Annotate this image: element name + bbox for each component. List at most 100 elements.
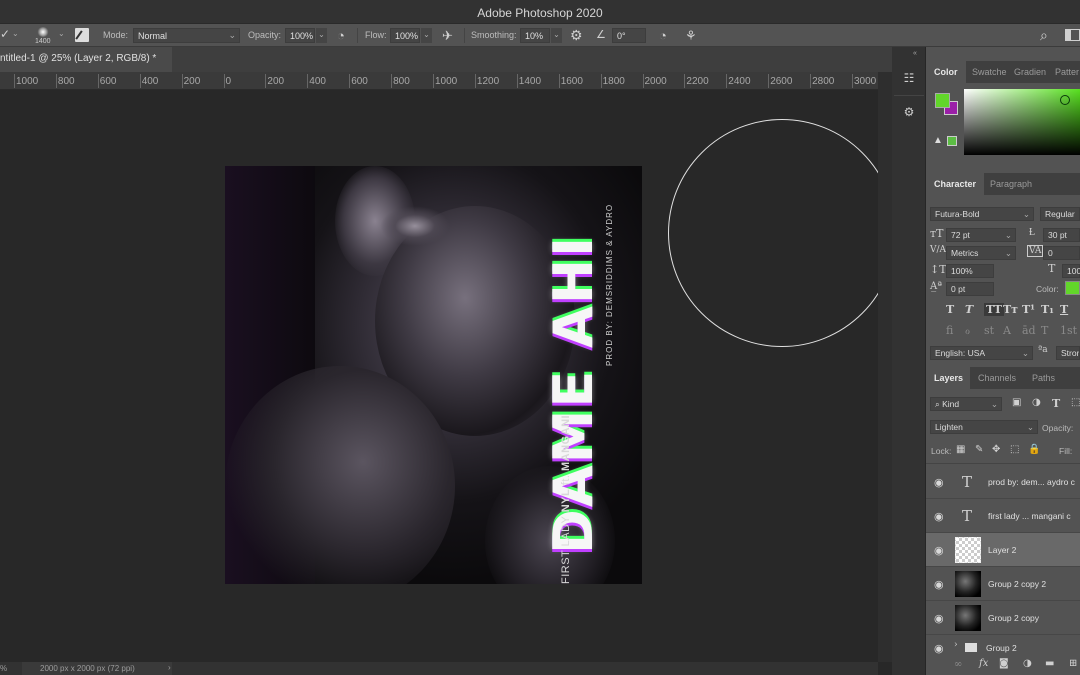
fractions-button[interactable]: 1st [1060,324,1077,337]
expand-chevron-icon[interactable]: › [954,640,958,650]
antialias-select[interactable]: Stron [1056,346,1080,360]
visibility-eye-icon[interactable]: ◉ [934,642,946,655]
mode-select[interactable]: Normal ⌄ [133,28,240,43]
document-tab[interactable]: ntitled-1 @ 25% (Layer 2, RGB/8) * [0,47,172,72]
layer-row[interactable]: ◉ Group 2 copy 2 [926,567,1080,601]
history-icon[interactable]: ☷ [896,65,922,91]
lock-artboard-icon[interactable]: ⬚ [1010,444,1019,455]
search-icon[interactable]: ⌕ [1040,27,1048,44]
visibility-eye-icon[interactable]: ◉ [934,510,946,523]
subscript-button[interactable]: T₁ [1041,303,1054,316]
properties-icon[interactable]: ⚙ [896,99,922,125]
lock-image-icon[interactable]: ✎ [975,444,983,455]
ruler-tick-label: 2000 [644,76,667,87]
filter-type-icon[interactable]: T [1052,397,1060,410]
font-family-select[interactable]: Futura-Bold ⌄ [930,207,1034,221]
old-style-button[interactable]: ℴ [965,324,970,337]
layer-row[interactable]: ◉ Group 2 copy [926,601,1080,635]
status-zoom[interactable]: % [0,664,7,673]
flow-dropdown[interactable]: ⌄ [421,28,432,43]
superscript-button[interactable]: T¹ [1022,303,1035,316]
pressure-opacity-icon[interactable]: ◔ [337,28,345,43]
tab-channels[interactable]: Channels [978,373,1016,383]
text-color-swatch[interactable] [1065,281,1080,295]
gamut-warning-icon[interactable]: ▲ [933,135,943,146]
brush-preview-icon[interactable] [37,27,49,37]
language-select[interactable]: English: USA ⌄ [930,346,1033,360]
adjustment-layer-icon[interactable]: ◑ [1023,658,1032,669]
new-layer-icon[interactable]: ⊞ [1069,658,1077,669]
brush-tool-icon[interactable]: ✓ [0,27,10,41]
tab-swatches[interactable]: Swatche [972,67,1007,77]
angle-input[interactable]: 0° [612,28,646,43]
vertical-scale-input[interactable]: 100% [946,264,994,278]
layer-row[interactable]: ◉ Tprod by: dem... aydro c [926,465,1080,499]
web-safe-swatch[interactable] [947,136,957,146]
layer-row[interactable]: ◉ Layer 2 [926,533,1080,567]
ordinals-button[interactable]: T [1041,324,1048,337]
brush-picker-chevron-icon[interactable]: ⌄ [58,29,65,38]
add-mask-icon[interactable]: ◙ [999,658,1009,669]
tab-paragraph[interactable]: Paragraph [990,179,1032,189]
artwork-canvas[interactable]: DAME AHI FIRST LADY NYL ft. MANGANI PROD… [225,166,642,584]
tab-color[interactable]: Color [934,67,958,77]
tab-layers[interactable]: Layers [934,373,963,383]
gear-icon[interactable]: ⚙ [570,27,583,44]
kerning-select[interactable]: Metrics ⌄ [946,246,1016,260]
swash-button[interactable]: A [1003,324,1011,337]
leading-input[interactable]: 30 pt [1043,228,1080,242]
tab-character[interactable]: Character [934,179,976,189]
all-caps-button[interactable]: TT [984,303,1004,316]
color-field[interactable] [964,89,1080,155]
titling-button[interactable]: ād [1022,324,1036,337]
flow-input[interactable]: 100% [390,28,420,43]
filter-adjustment-icon[interactable]: ◑ [1032,397,1041,408]
visibility-eye-icon[interactable]: ◉ [934,544,946,557]
fx-icon[interactable]: fx [979,658,988,669]
tab-patterns[interactable]: Patter [1055,67,1079,77]
status-menu-arrow[interactable]: › [168,663,171,672]
visibility-eye-icon[interactable]: ◉ [934,612,946,625]
smoothing-dropdown[interactable]: ⌄ [551,28,562,43]
faux-bold-button[interactable]: T [946,303,954,316]
filter-pixel-icon[interactable]: ▣ [1012,397,1021,408]
foreground-color-swatch[interactable] [935,93,950,108]
collapse-panels-icon[interactable]: « [913,50,917,57]
smoothing-input[interactable]: 10% [520,28,550,43]
baseline-shift-input[interactable]: 0 pt [946,282,994,296]
tab-gradients[interactable]: Gradien [1014,67,1046,77]
horizontal-ruler[interactable]: 1000 800 600 400 200 0 200 400 600 800 1000 1200 140… [0,72,878,90]
font-size-input[interactable]: 72 pt ⌄ [946,228,1016,242]
opacity-dropdown[interactable]: ⌄ [316,28,327,43]
vertical-scrollbar[interactable] [878,72,892,662]
layer-filter-select[interactable]: ⌕ Kind ⌄ [930,397,1002,411]
horizontal-scale-input[interactable]: 100 [1062,264,1080,278]
font-style-select[interactable]: Regular [1040,207,1080,221]
airbrush-icon[interactable]: ✈ [442,28,453,44]
new-group-icon[interactable]: ▬ [1045,658,1054,669]
mode-value: Normal [138,31,168,41]
lock-all-icon[interactable]: 🔒 [1028,444,1040,455]
visibility-eye-icon[interactable]: ◉ [934,476,946,489]
filter-shape-icon[interactable]: ⬚ [1071,397,1080,408]
faux-italic-button[interactable]: T [965,303,973,316]
layer-row[interactable]: ◉ Tfirst lady ... mangani c [926,499,1080,533]
pressure-size-icon[interactable]: ◔ [659,28,667,43]
brush-settings-icon[interactable] [75,28,89,42]
tool-preset-chevron-icon[interactable]: ⌄ [12,29,19,38]
ligatures-button[interactable]: fi [946,324,953,337]
stylistic-alternates-button[interactable]: st [984,324,994,337]
visibility-eye-icon[interactable]: ◉ [934,578,946,591]
symmetry-butterfly-icon[interactable]: ⚘ [685,28,697,44]
underline-button[interactable]: T [1060,303,1068,316]
tab-paths[interactable]: Paths [1032,373,1055,383]
link-layers-icon[interactable]: ∞ [954,659,962,670]
opacity-input[interactable]: 100% [285,28,315,43]
lock-position-icon[interactable]: ✥ [992,444,1000,455]
tracking-input[interactable]: 0 [1043,246,1080,260]
blend-mode-select[interactable]: Lighten ⌄ [930,420,1038,434]
small-caps-button[interactable]: Tт [1003,303,1018,316]
color-picker-handle[interactable] [1060,95,1070,105]
lock-transparent-icon[interactable]: ▦ [956,444,965,455]
workspace-icon[interactable] [1065,29,1080,41]
